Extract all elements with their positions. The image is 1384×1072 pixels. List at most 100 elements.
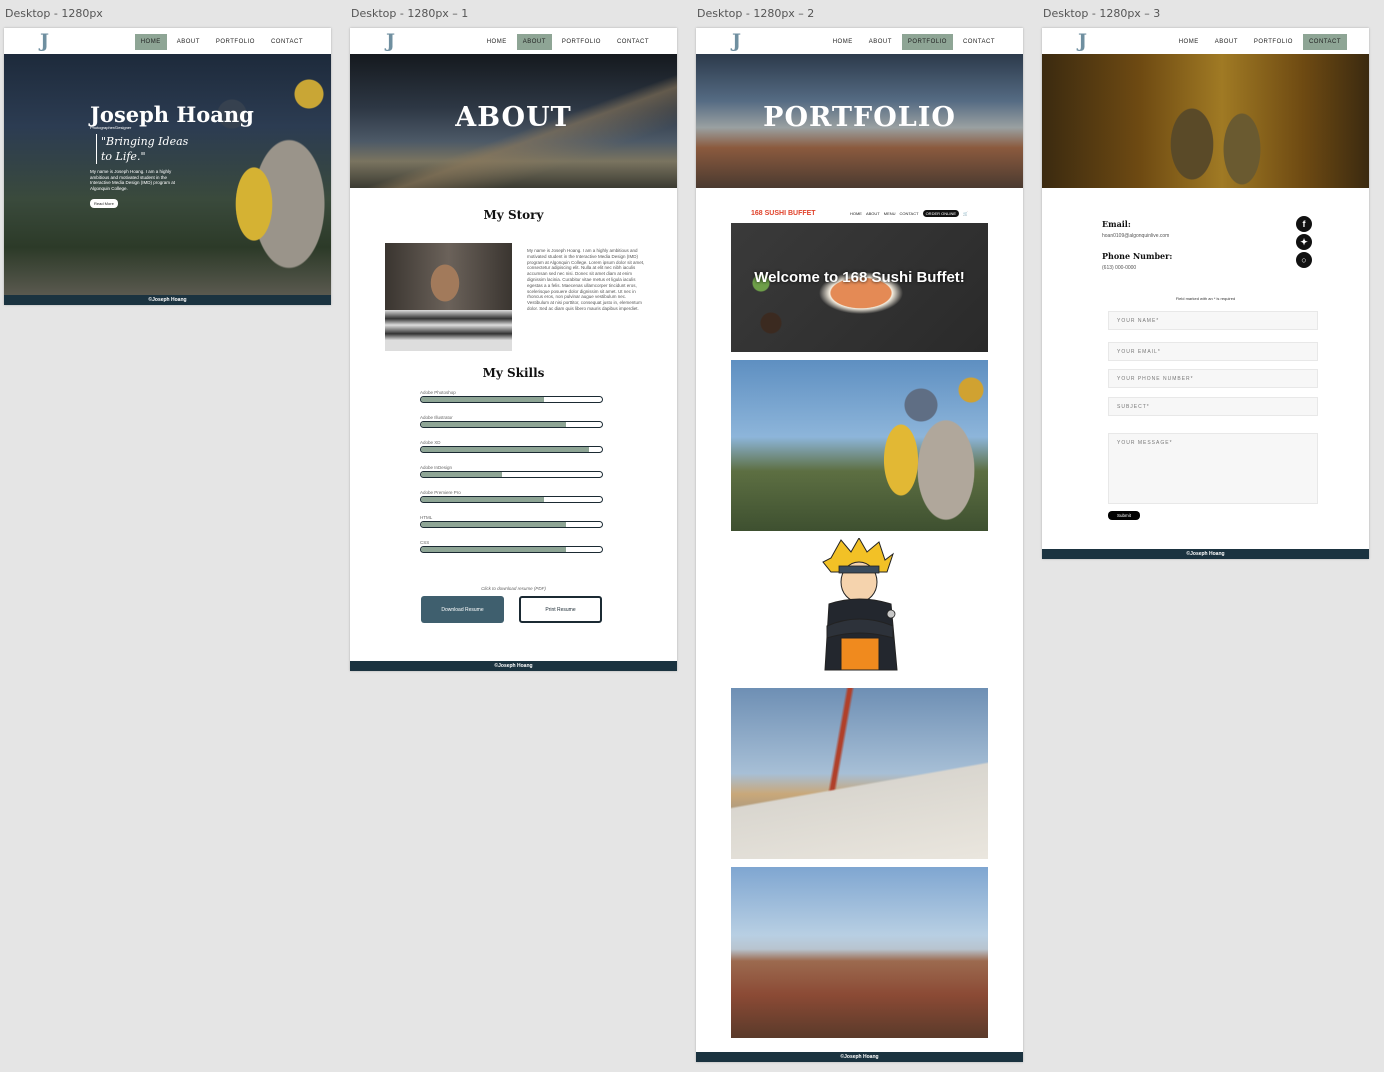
skill-progress-bar: [420, 471, 603, 478]
print-resume-button[interactable]: Print Resume: [519, 596, 602, 623]
download-resume-button[interactable]: Download Resume: [421, 596, 504, 623]
artboard-label-about[interactable]: Desktop - 1280px – 1: [351, 7, 468, 20]
portfolio-item-palace[interactable]: [731, 360, 988, 531]
skill-progress-fill: [421, 547, 566, 552]
sushi-nav: HOME ABOUT MENU CONTACT ORDER ONLINE 🛒: [850, 209, 968, 217]
skill-progress-bar: [420, 496, 603, 503]
phone-label: Phone Number:: [1102, 251, 1173, 261]
skills-title: My Skills: [482, 366, 545, 380]
artboard-label-portfolio[interactable]: Desktop - 1280px – 2: [697, 7, 814, 20]
read-more-button[interactable]: Read More: [90, 199, 118, 208]
navbar: J HOME ABOUT PORTFOLIO CONTACT: [1042, 28, 1369, 54]
footer: ©Joseph Hoang: [350, 661, 677, 671]
skill-progress-bar: [420, 546, 603, 553]
artboard-label-contact[interactable]: Desktop - 1280px – 3: [1043, 7, 1160, 20]
logo[interactable]: J: [386, 31, 395, 51]
logo[interactable]: J: [732, 31, 741, 51]
skill-progress-fill: [421, 447, 590, 452]
skill-row: Adobe Premiere Pro: [420, 490, 603, 515]
skill-progress-bar: [420, 396, 603, 403]
nav-contact[interactable]: CONTACT: [1302, 34, 1347, 50]
nav-portfolio[interactable]: PORTFOLIO: [901, 34, 953, 50]
cart-icon[interactable]: 🛒: [963, 211, 968, 216]
skill-row: Adobe InDesign: [420, 465, 603, 490]
nav-home[interactable]: HOME: [134, 34, 167, 50]
sushi-headline: Welcome to 168 Sushi Buffet!: [754, 269, 965, 286]
sushi-logo: 168 SUSHI BUFFET: [751, 209, 816, 217]
skill-progress-fill: [421, 397, 545, 402]
footer: ©Joseph Hoang: [4, 295, 331, 305]
skill-progress-fill: [421, 422, 566, 427]
nav-contact[interactable]: CONTACT: [265, 34, 309, 50]
artboard-label-home[interactable]: Desktop - 1280px: [5, 7, 103, 20]
anime-character-illustration: [822, 536, 898, 671]
navbar: J HOME ABOUT PORTFOLIO CONTACT: [350, 28, 677, 54]
nav-about[interactable]: ABOUT: [1209, 34, 1244, 50]
skills-list: Adobe Photoshop Adobe Illustrator Adobe XD…: [420, 390, 603, 565]
nav-about[interactable]: ABOUT: [171, 34, 206, 50]
portfolio-item-illustration[interactable]: [801, 536, 918, 678]
sushi-site-header: 168 SUSHI BUFFET HOME ABOUT MENU CONTACT…: [751, 204, 968, 222]
email-value[interactable]: hoan0109@algonquinlive.com: [1102, 233, 1169, 239]
skill-row: HTML: [420, 515, 603, 540]
sushi-nav-contact[interactable]: CONTACT: [900, 211, 919, 216]
portfolio-item-sushi[interactable]: Welcome to 168 Sushi Buffet!: [731, 223, 988, 352]
navbar: J HOME ABOUT PORTFOLIO CONTACT: [696, 28, 1023, 54]
submit-button[interactable]: Submit: [1108, 511, 1140, 520]
story-text: My name is Joseph Hoang. I am a highly a…: [527, 248, 645, 311]
skill-row: CSS: [420, 540, 603, 565]
name-field[interactable]: YOUR NAME*: [1108, 311, 1318, 330]
hero-image-cliffs: ABOUT: [350, 54, 677, 188]
nav-links: HOME ABOUT PORTFOLIO CONTACT: [134, 34, 309, 50]
nav-contact[interactable]: CONTACT: [611, 34, 655, 50]
nav-portfolio[interactable]: PORTFOLIO: [1248, 34, 1299, 50]
hero-image-street: [1042, 54, 1369, 188]
logo[interactable]: J: [1078, 31, 1087, 51]
skill-progress-bar: [420, 446, 603, 453]
email-field[interactable]: YOUR EMAIL*: [1108, 342, 1318, 361]
twitter-icon[interactable]: ✦: [1296, 234, 1312, 250]
page-title: PORTFOLIO: [763, 102, 956, 133]
sushi-nav-home[interactable]: HOME: [850, 211, 862, 216]
phone-value: (613) 000-0000: [1102, 265, 1137, 271]
portfolio-item-rooftops[interactable]: [731, 867, 988, 1038]
nav-home[interactable]: HOME: [827, 34, 859, 50]
skill-progress-bar: [420, 521, 603, 528]
page-title: ABOUT: [455, 102, 572, 133]
nav-about[interactable]: ABOUT: [863, 34, 898, 50]
nav-links: HOME ABOUT PORTFOLIO CONTACT: [827, 34, 1001, 50]
email-label: Email:: [1102, 219, 1131, 229]
artboard-about: J HOME ABOUT PORTFOLIO CONTACT ABOUT My …: [350, 28, 677, 671]
portfolio-item-bridge[interactable]: [731, 688, 988, 859]
skill-progress-fill: [421, 472, 503, 477]
instagram-icon[interactable]: ○: [1296, 252, 1312, 268]
nav-home[interactable]: HOME: [481, 34, 513, 50]
nav-home[interactable]: HOME: [1173, 34, 1205, 50]
skill-progress-bar: [420, 421, 603, 428]
skill-row: Adobe Illustrator: [420, 415, 603, 440]
sushi-nav-about[interactable]: ABOUT: [866, 211, 880, 216]
hero-intro: My name is Joseph Hoang. I am a highly a…: [90, 169, 176, 191]
navbar: J HOME ABOUT PORTFOLIO CONTACT: [4, 28, 331, 54]
artboard-portfolio: J HOME ABOUT PORTFOLIO CONTACT PORTFOLIO…: [696, 28, 1023, 1062]
resume-caption: Click to download resume (PDF): [481, 586, 546, 591]
skill-row: Adobe XD: [420, 440, 603, 465]
nav-portfolio[interactable]: PORTFOLIO: [210, 34, 261, 50]
message-field[interactable]: YOUR MESSAGE*: [1108, 433, 1318, 504]
nav-about[interactable]: ABOUT: [516, 34, 552, 50]
sushi-order-button[interactable]: ORDER ONLINE: [922, 209, 960, 217]
artboard-contact: J HOME ABOUT PORTFOLIO CONTACT Email: ho…: [1042, 28, 1369, 559]
sushi-nav-menu[interactable]: MENU: [884, 211, 896, 216]
logo[interactable]: J: [40, 31, 49, 51]
facebook-icon[interactable]: f: [1296, 216, 1312, 232]
hero-role: Photographer/Designer: [90, 125, 132, 130]
artboard-home: J HOME ABOUT PORTFOLIO CONTACT Joseph Ho…: [4, 28, 331, 305]
required-note: Field marked with an * is required: [1175, 296, 1236, 301]
phone-field[interactable]: YOUR PHONE NUMBER*: [1108, 369, 1318, 388]
nav-portfolio[interactable]: PORTFOLIO: [556, 34, 607, 50]
nav-links: HOME ABOUT PORTFOLIO CONTACT: [481, 34, 655, 50]
nav-contact[interactable]: CONTACT: [957, 34, 1001, 50]
skill-progress-fill: [421, 497, 545, 502]
hero-image-city: PORTFOLIO: [696, 54, 1023, 188]
subject-field[interactable]: SUBJECT*: [1108, 397, 1318, 416]
